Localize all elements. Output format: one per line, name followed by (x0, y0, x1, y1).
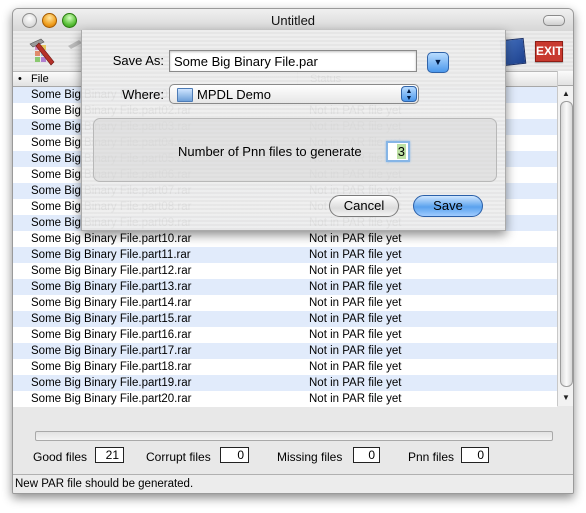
save-button[interactable]: Save (413, 195, 483, 217)
file-name-cell: Some Big Binary File.part12.rar (31, 265, 192, 277)
pnn-count-value: 3 (396, 144, 406, 159)
popup-arrows-icon: ▲ ▼ (401, 86, 417, 102)
corrupt-files-value: 0 (220, 447, 249, 463)
file-name-cell: Some Big Binary File.part11.rar (31, 249, 191, 261)
file-name-cell: Some Big Binary File.part18.rar (31, 361, 192, 373)
table-row[interactable]: Some Big Binary File.part20.rar Not in PA… (13, 391, 557, 407)
file-name-cell: Some Big Binary File.part19.rar (31, 377, 192, 389)
scroll-down-arrow-icon[interactable]: ▼ (562, 393, 570, 402)
folder-icon (177, 88, 193, 102)
file-name-cell: Some Big Binary File.part16.rar (31, 329, 192, 341)
scrollbar-thumb[interactable] (560, 101, 573, 387)
expand-dialog-button[interactable]: ▼ (427, 52, 449, 73)
pnn-files-value: 0 (461, 447, 489, 463)
vertical-scrollbar[interactable]: ▲ ▼ (557, 71, 573, 406)
where-value: MPDL Demo (197, 87, 271, 102)
missing-files-value: 0 (353, 447, 380, 463)
popup-down-arrow-icon: ▼ (405, 95, 413, 102)
toolbar-toggle-button[interactable] (543, 15, 565, 26)
status-cell: Not in PAR file yet (309, 361, 402, 373)
status-cell: Not in PAR file yet (309, 265, 402, 277)
table-row[interactable]: Some Big Binary File.part17.rar Not in PA… (13, 343, 557, 359)
table-row[interactable]: Some Big Binary File.part15.rar Not in PA… (13, 311, 557, 327)
table-row[interactable]: Some Big Binary File.part16.rar Not in PA… (13, 327, 557, 343)
table-row[interactable]: Some Big Binary File.part19.rar Not in PA… (13, 375, 557, 391)
popup-up-arrow-icon: ▲ (405, 88, 413, 95)
file-name-cell: Some Big Binary File.part17.rar (31, 345, 192, 357)
table-row[interactable]: Some Big Binary File.part10.rar Not in PA… (13, 231, 557, 247)
save-as-input[interactable]: Some Big Binary File.par (169, 50, 417, 72)
window-title: Untitled (270, 13, 316, 28)
status-bar: New PAR file should be generated. (13, 474, 573, 493)
pnn-count-label: Number of Pnn files to generate (178, 144, 362, 159)
table-row[interactable]: Some Big Binary File.part12.rar Not in PA… (13, 263, 557, 279)
progress-bar (35, 431, 553, 441)
sort-marker: • (18, 73, 22, 85)
save-sheet: Save As: Some Big Binary File.par ▼ Wher… (81, 30, 506, 231)
file-name-cell: Some Big Binary File.part15.rar (31, 313, 192, 325)
chevron-down-icon: ▼ (433, 57, 443, 67)
scroll-up-arrow-icon[interactable]: ▲ (562, 89, 570, 98)
scrollbar-header-corner (558, 71, 573, 86)
options-group: Number of Pnn files to generate 3 (93, 118, 497, 182)
status-cell: Not in PAR file yet (309, 297, 402, 309)
column-header-file[interactable]: File (31, 72, 49, 86)
table-row[interactable]: Some Big Binary File.part18.rar Not in PA… (13, 359, 557, 375)
status-cell: Not in PAR file yet (309, 233, 402, 245)
status-cell: Not in PAR file yet (309, 281, 402, 293)
missing-files-label: Missing files (277, 450, 343, 464)
status-cell: Not in PAR file yet (309, 313, 402, 325)
cancel-button[interactable]: Cancel (329, 195, 399, 217)
stats-row: Good files 21 Corrupt files 0 Missing fi… (13, 447, 573, 467)
where-popup[interactable]: MPDL Demo ▲ ▼ (169, 84, 419, 104)
pnn-count-input[interactable]: 3 (386, 141, 410, 162)
hammer-tool-icon[interactable] (27, 37, 57, 67)
table-row[interactable]: Some Big Binary File.part11.rar Not in PA… (13, 247, 557, 263)
status-cell: Not in PAR file yet (309, 345, 402, 357)
file-name-cell: Some Big Binary File.part10.rar (31, 233, 192, 245)
status-cell: Not in PAR file yet (309, 249, 402, 261)
title-bar: Untitled (13, 9, 573, 32)
status-cell: Not in PAR file yet (309, 393, 402, 405)
table-row[interactable]: Some Big Binary File.part13.rar Not in PA… (13, 279, 557, 295)
corrupt-files-label: Corrupt files (146, 450, 211, 464)
status-cell: Not in PAR file yet (309, 329, 402, 341)
file-name-cell: Some Big Binary File.part20.rar (31, 393, 192, 405)
table-row[interactable]: Some Big Binary File.part14.rar Not in PA… (13, 295, 557, 311)
file-name-cell: Some Big Binary File.part13.rar (31, 281, 192, 293)
good-files-label: Good files (33, 450, 88, 464)
status-text: New PAR file should be generated. (15, 478, 194, 490)
status-cell: Not in PAR file yet (309, 377, 402, 389)
where-label: Where: (122, 87, 164, 102)
pnn-files-label: Pnn files (408, 450, 455, 464)
exit-icon[interactable]: EXIT (535, 41, 563, 62)
file-name-cell: Some Big Binary File.part14.rar (31, 297, 192, 309)
good-files-value: 21 (95, 447, 124, 463)
save-as-label: Save As: (112, 53, 164, 68)
